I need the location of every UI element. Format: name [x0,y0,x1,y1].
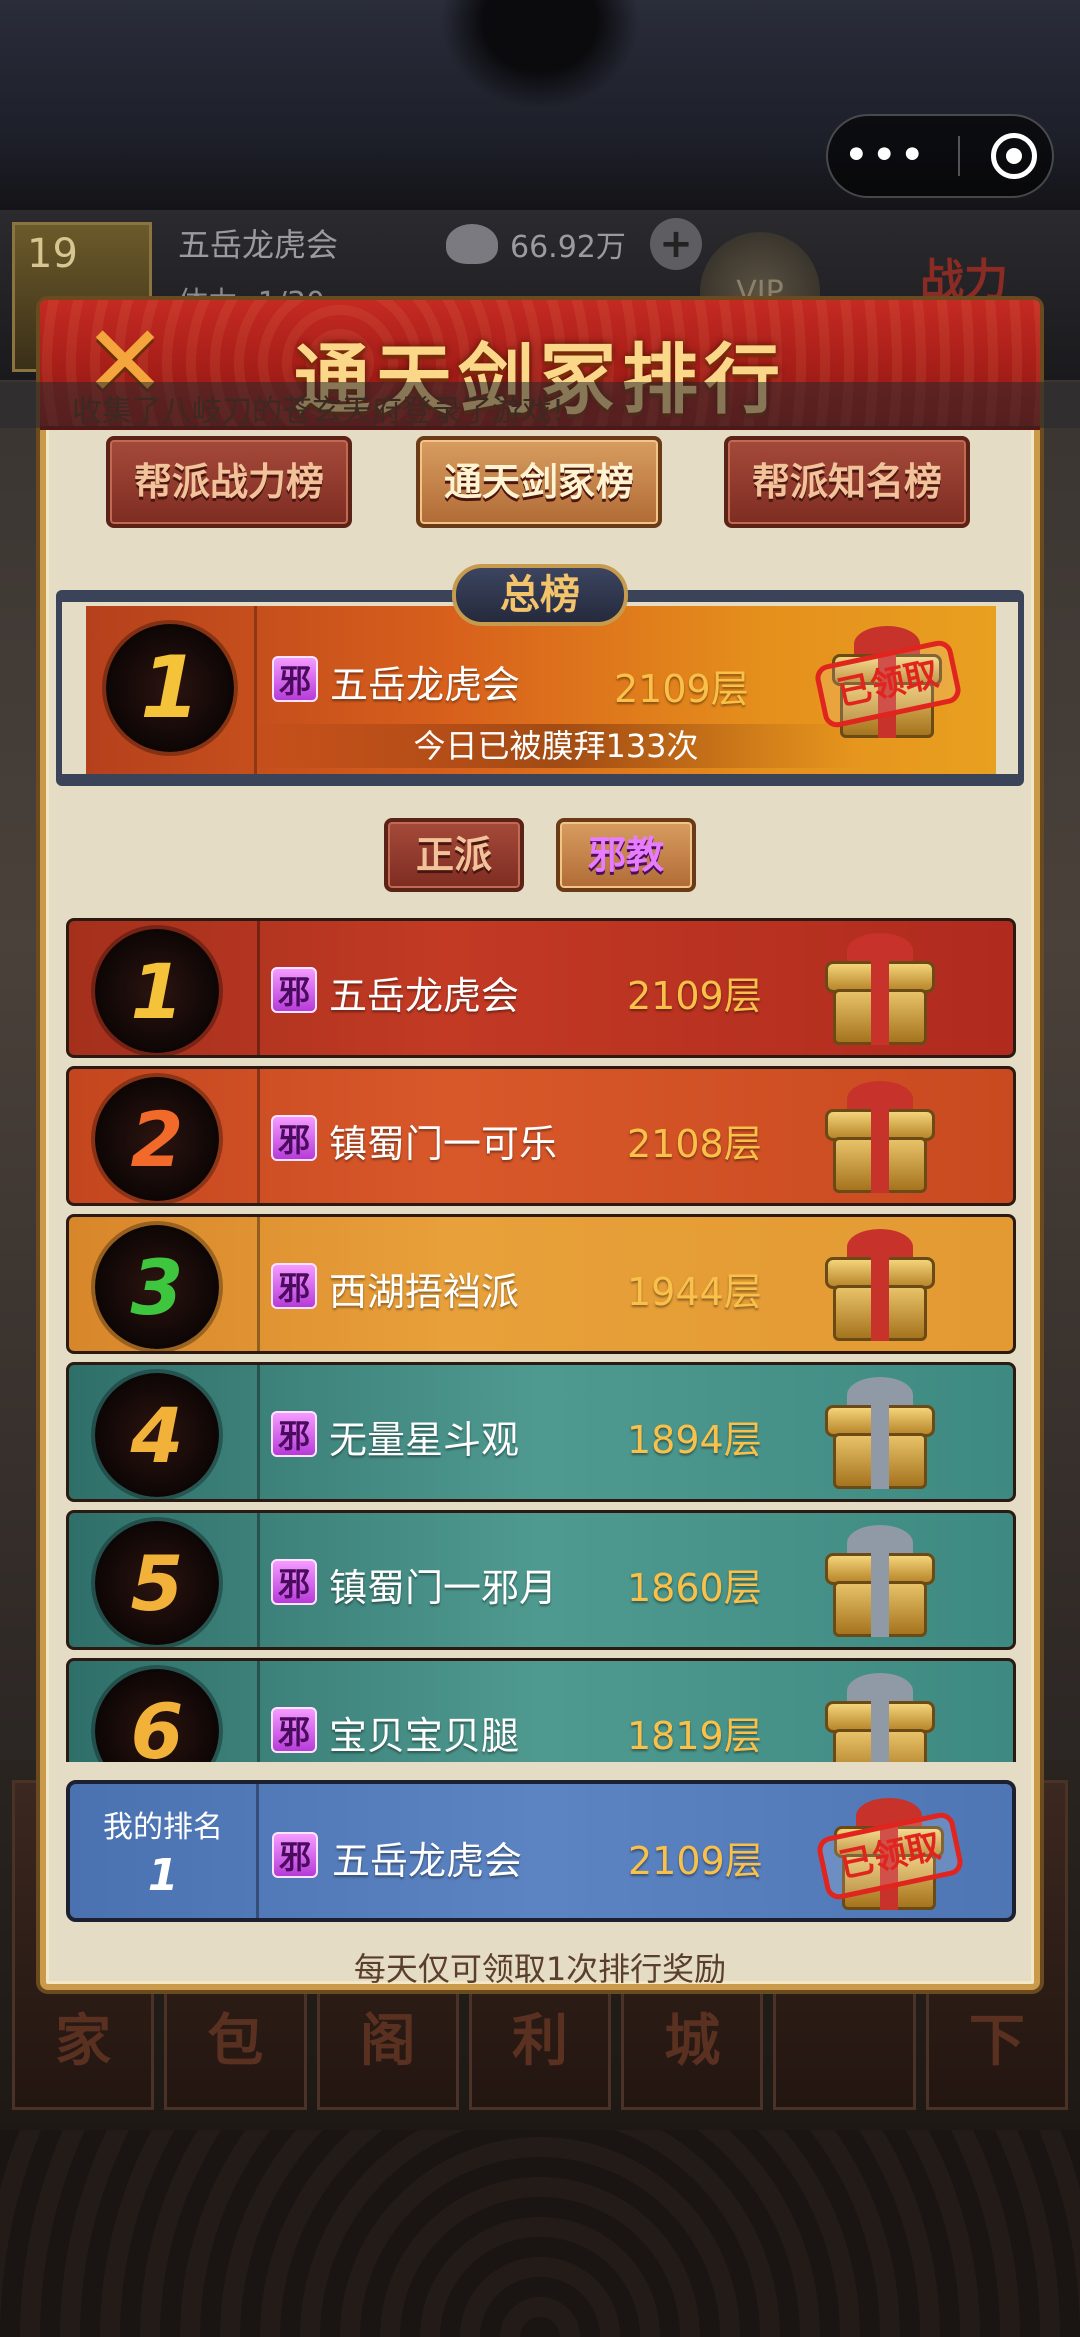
rank-row[interactable]: 4 邪无量星斗观 1894层 [66,1362,1016,1502]
total-board-label: 总榜 [452,564,628,626]
guild-name: 镇蜀门一邪月 [329,1566,558,1610]
total-guild-name: 五岳龙虎会 [330,663,521,707]
rank-row[interactable]: 5 邪镇蜀门一邪月 1860层 [66,1510,1016,1650]
sect-badge: 邪 [271,1115,317,1161]
marquee-text: 收集了八岐刀的苍玄天府登录了游戏! [72,394,565,429]
bottom-pattern [0,2130,1080,2337]
floor-value: 1819层 [627,1714,762,1758]
faction-righteous-button[interactable]: 正派 [384,818,524,892]
sect-badge: 邪 [272,656,318,702]
my-rank-row: 我的排名 1 邪 五岳龙虎会 2109层 已领取 [66,1780,1016,1922]
total-board-row: 1 邪 五岳龙虎会 2109层 今日已被膜拜133次 已领取 [86,606,996,774]
rank-number: 2 [95,1077,219,1201]
rank-row[interactable]: 3 邪西湖捂裆派 1944层 [66,1214,1016,1354]
total-floor: 2109层 [614,667,749,711]
sect-badge: 邪 [271,1707,317,1753]
silver-icon [446,224,498,264]
guild-name: 无量星斗观 [329,1418,520,1462]
more-icon[interactable]: ••• [843,134,927,178]
rank-number: 6 [95,1669,219,1762]
rank-number: 5 [95,1521,219,1645]
gift-box-icon[interactable] [821,1227,939,1345]
claimed-stamp: 已领取 [812,638,964,730]
rank-row[interactable]: 6 邪宝贝宝贝腿 1819层 [66,1658,1016,1762]
guild-name: 西湖捂裆派 [329,1270,520,1314]
worship-count: 今日已被膜拜133次 [256,724,856,768]
guild-name: 宝贝宝贝腿 [329,1714,520,1758]
gift-box-icon[interactable] [821,931,939,1049]
floor-value: 2108层 [627,1122,762,1166]
reward-note: 每天仅可领取1次排行奖励 [353,1950,727,1988]
rank-number: 4 [95,1373,219,1497]
gift-box-icon[interactable] [821,1375,939,1493]
my-rank-label: 我的排名 [103,1810,223,1845]
close-target-icon[interactable] [990,133,1037,179]
sect-badge: 邪 [271,967,317,1013]
guild-name: 五岳龙虎会 [329,974,520,1018]
sect-badge: 邪 [271,1411,317,1457]
announcement-marquee: 收集了八岐刀的苍玄天府登录了游戏! [0,382,1080,429]
floor-value: 1860层 [627,1566,762,1610]
tab-sword-tomb[interactable]: 通天剑冢榜 [416,436,662,528]
rank-number: 3 [95,1225,219,1349]
player-name: 五岳龙虎会 [178,226,339,264]
mini-program-capsule[interactable]: ••• [826,114,1054,198]
guild-name: 镇蜀门一可乐 [329,1122,558,1166]
power-label: 战力 [920,255,1008,306]
gift-box-icon[interactable]: 已领取 [814,1796,966,1914]
ranking-list[interactable]: 1 邪五岳龙虎会 2109层 2 邪镇蜀门一可乐 2108层 3 邪西湖捂裆派 1944层 4 邪无… [66,918,1016,1762]
floor-value: 2109层 [627,974,762,1018]
gift-box-icon[interactable] [821,1671,939,1762]
claimed-stamp: 已领取 [814,1810,966,1902]
faction-evil-button[interactable]: 邪教 [556,818,696,892]
sect-badge: 邪 [271,1559,317,1605]
gift-box-icon[interactable]: 已领取 [812,624,964,742]
capsule-divider [957,136,960,176]
gift-box-icon[interactable] [821,1079,939,1197]
tab-guild-power[interactable]: 帮派战力榜 [106,436,352,528]
floor-value: 1894层 [627,1418,762,1462]
my-floor: 2109层 [628,1839,763,1883]
rank-number: 1 [95,929,219,1053]
floor-value: 1944层 [627,1270,762,1314]
rank-row[interactable]: 2 邪镇蜀门一可乐 2108层 [66,1066,1016,1206]
gift-box-icon[interactable] [821,1523,939,1641]
total-rank-number: 1 [106,624,234,752]
sect-badge: 邪 [271,1263,317,1309]
my-rank-number: 1 [147,1850,179,1901]
my-guild-name: 五岳龙虎会 [332,1839,523,1883]
add-silver-button[interactable]: + [650,218,702,270]
roof-ornament [440,0,640,110]
silver-amount: 66.92万 [510,230,626,265]
tab-guild-fame[interactable]: 帮派知名榜 [724,436,970,528]
sect-badge: 邪 [272,1832,318,1878]
rank-row[interactable]: 1 邪五岳龙虎会 2109层 [66,918,1016,1058]
